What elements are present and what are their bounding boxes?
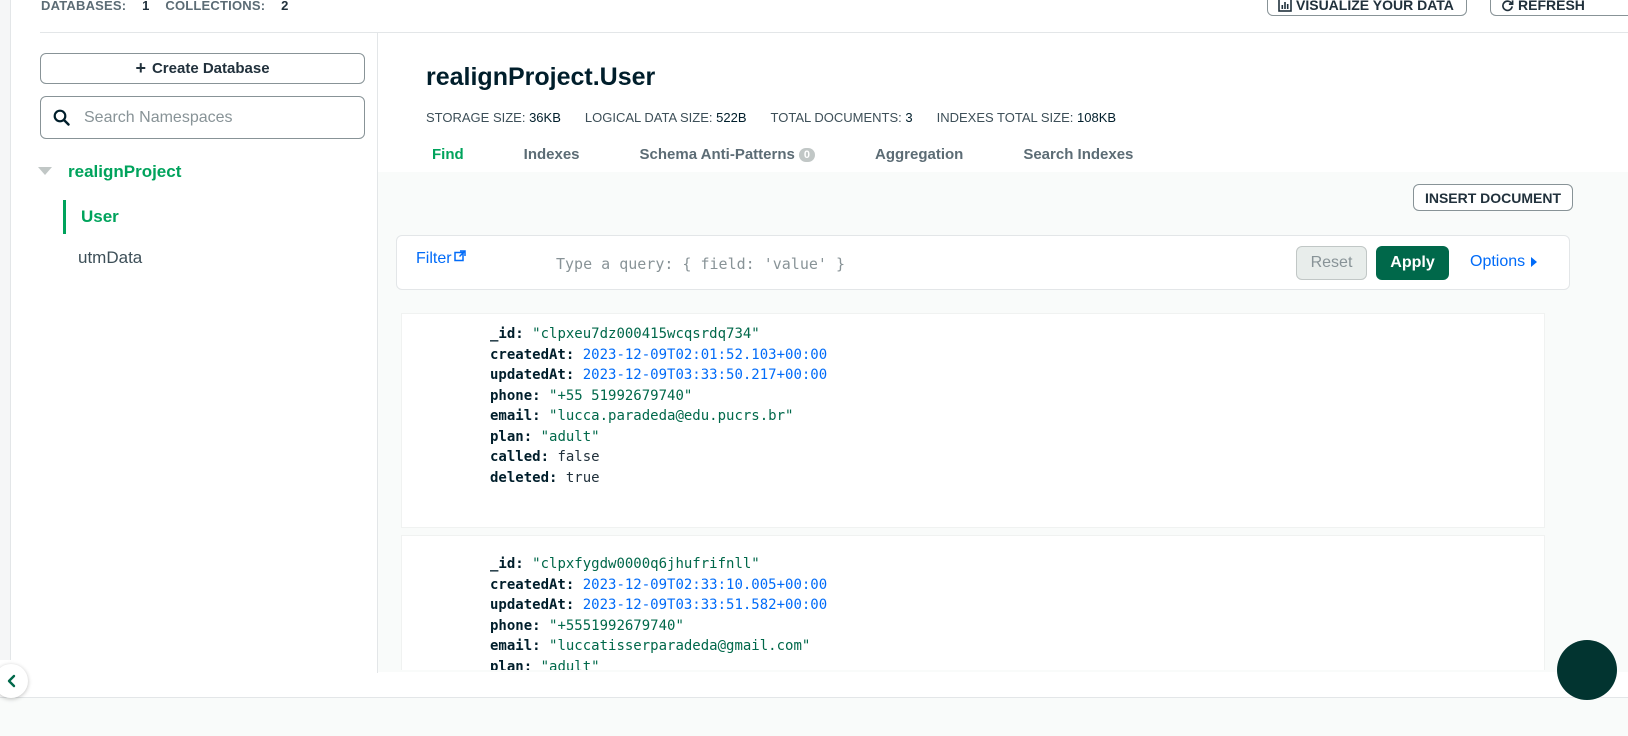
collection-title: realignProject.User [426, 63, 656, 91]
document-field-row: _id: "clpxeu7dz000415wcqsrdq734" [490, 326, 760, 342]
refresh-icon [1502, 0, 1514, 11]
reset-button[interactable]: Reset [1296, 246, 1367, 280]
options-label: Options [1470, 253, 1526, 270]
create-database-label: Create Database [151, 60, 270, 77]
logical-data-size-stat: LOGICAL DATA SIZE: 522B [584, 110, 747, 125]
storage-size-stat: STORAGE SIZE: 36KB [426, 110, 561, 125]
apply-button[interactable]: Apply [1376, 246, 1449, 280]
plus-icon: + [135, 58, 146, 78]
document-field-row: plan: "adult" [490, 428, 600, 445]
cluster-stats: DATABASES: 1 COLLECTIONS: 2 [41, 0, 301, 13]
document-field-row: plan: "adult" [490, 658, 600, 671]
document-field-row: phone: "+55 51992679740" [490, 387, 693, 404]
search-namespaces-field[interactable] [40, 96, 365, 139]
collections-label: COLLECTIONS: [165, 0, 266, 13]
document-field-row: called: false [490, 449, 600, 465]
total-documents-stat: TOTAL DOCUMENTS: 3 [770, 110, 913, 125]
collections-count: 2 [281, 0, 289, 13]
document-field-row: createdAt: 2023-12-09T02:01:52.103+00:00 [490, 346, 828, 363]
collection-stats: STORAGE SIZE: 36KB LOGICAL DATA SIZE: 52… [426, 110, 1116, 125]
indexes-total-size-stat: INDEXES TOTAL SIZE: 108KB [936, 110, 1117, 125]
external-link-icon [453, 250, 466, 262]
tab-aggregation[interactable]: Aggregation [875, 146, 963, 163]
tab-search-indexes[interactable]: Search Indexes [1023, 146, 1133, 163]
tab-indexes[interactable]: Indexes [524, 146, 580, 163]
sidebar-database-realignproject[interactable]: realignProject [68, 162, 181, 182]
sidebar-collection-utmdata[interactable]: utmData [78, 248, 142, 268]
document-card[interactable]: _id: "clpxfygdw0000q6jhufrifnll" created… [401, 535, 1545, 670]
visualize-data-button[interactable]: VISUALIZE YOUR DATA [1267, 0, 1467, 16]
create-database-button[interactable]: + Create Database [40, 53, 365, 84]
visualize-data-label: VISUALIZE YOUR DATA [1296, 0, 1454, 13]
document-field-row: _id: "clpxfygdw0000q6jhufrifnll" [490, 556, 760, 572]
refresh-label: REFRESH [1518, 0, 1585, 13]
document-field-row: deleted: true [490, 469, 600, 486]
document-field-row: email: "lucca.paradeda@edu.pucrs.br" [490, 408, 794, 424]
options-toggle[interactable]: Options [1470, 253, 1538, 271]
chart-icon [1278, 0, 1292, 12]
document-card[interactable]: _id: "clpxeu7dz000415wcqsrdq734" created… [401, 313, 1545, 528]
search-icon [53, 109, 70, 126]
tab-schema-anti-patterns[interactable]: Schema Anti-Patterns 0 [640, 146, 815, 163]
filter-link[interactable]: Filter [416, 250, 466, 268]
document-field-row: updatedAt: 2023-12-09T03:33:51.582+00:00 [490, 597, 828, 613]
refresh-button[interactable]: REFRESH [1490, 0, 1628, 16]
anti-patterns-count-badge: 0 [798, 147, 815, 162]
query-input[interactable] [554, 251, 1278, 277]
filter-label: Filter [416, 250, 452, 267]
databases-label: DATABASES: [41, 0, 127, 13]
chevron-left-icon [7, 674, 16, 688]
tab-schema-anti-patterns-label: Schema Anti-Patterns [639, 146, 795, 163]
document-field-row: email: "luccatisserparadeda@gmail.com" [490, 638, 811, 654]
search-namespaces-input[interactable] [82, 107, 346, 128]
tab-find[interactable]: Find [432, 146, 464, 163]
databases-count: 1 [142, 0, 150, 13]
collection-tabs: Find Indexes Schema Anti-Patterns 0 Aggr… [432, 146, 1193, 163]
collapse-sidebar-button[interactable] [0, 664, 28, 698]
sidebar-collection-user[interactable]: User [81, 207, 119, 227]
caret-down-icon[interactable] [38, 167, 52, 175]
insert-document-button[interactable]: INSERT DOCUMENT [1413, 184, 1573, 211]
caret-right-icon [1531, 257, 1538, 267]
document-field-row: updatedAt: 2023-12-09T03:33:50.217+00:00 [490, 367, 828, 383]
document-field-row: createdAt: 2023-12-09T02:33:10.005+00:00 [490, 576, 828, 593]
document-field-row: phone: "+5551992679740" [490, 617, 684, 634]
chat-support-button[interactable] [1557, 640, 1617, 700]
window-left-edge [0, 0, 11, 660]
bottom-bar [0, 697, 1628, 736]
active-collection-indicator [63, 200, 66, 234]
